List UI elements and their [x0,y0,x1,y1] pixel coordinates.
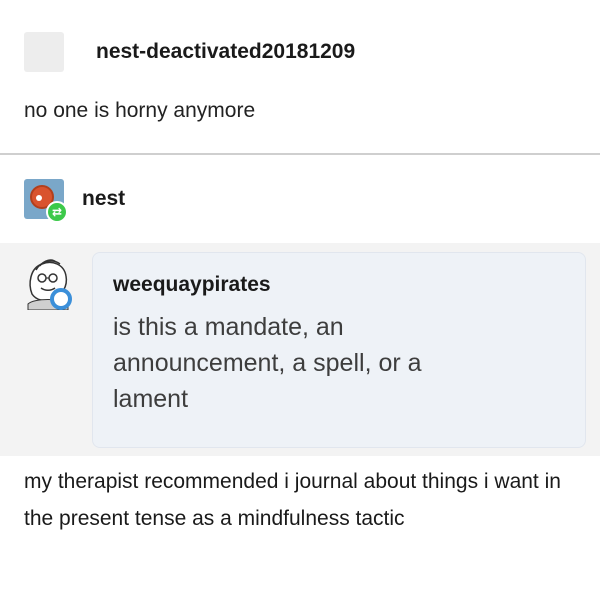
original-post-text: no one is horny anymore [24,99,256,122]
reblog-icon: ⇄ [46,201,68,223]
post-divider [0,153,600,155]
ask-bubble: weequaypirates is this a mandate, an ann… [92,252,586,448]
avatar[interactable]: ⇄ [24,179,68,223]
avatar[interactable] [24,32,64,72]
original-post-header: nest-deactivated20181209 [24,30,355,74]
ask-indicator-icon [50,288,72,310]
reblog-username[interactable]: nest [82,187,125,211]
reblog-reply-text: my therapist recommended i journal about… [24,470,561,530]
ask-question-text: is this a mandate, an announcement, a sp… [113,313,422,413]
reblog-header: ⇄ nest [24,177,125,223]
original-post-username[interactable]: nest-deactivated20181209 [96,40,355,64]
avatar-disc-dot [36,195,42,201]
asker-username[interactable]: weequaypirates [113,273,565,297]
